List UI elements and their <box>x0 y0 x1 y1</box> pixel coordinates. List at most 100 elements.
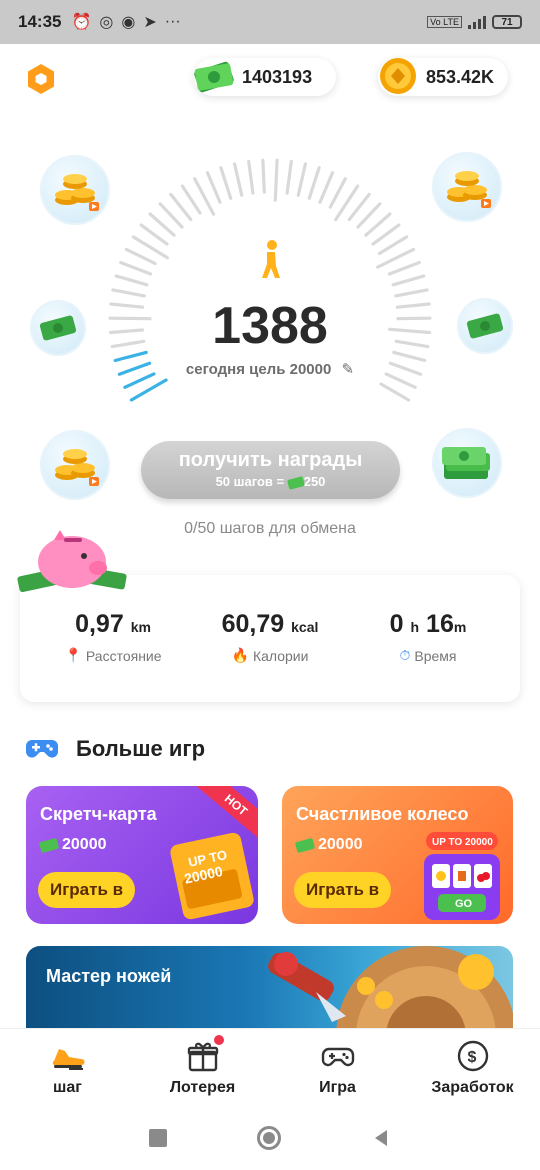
gauge-tick <box>364 212 392 237</box>
gauge-tick <box>296 162 307 197</box>
cash-icon <box>194 61 234 93</box>
cash-bonus-bubble-bottom-right[interactable] <box>432 428 502 498</box>
gauge-tick <box>219 166 233 200</box>
gauge-tick <box>318 171 335 204</box>
gauge-tick <box>261 158 266 194</box>
coin-balance[interactable]: 853.42K <box>378 58 508 96</box>
status-time: 14:35 <box>18 12 62 31</box>
sneaker-icon <box>52 1049 85 1070</box>
coin-value: 853.42K <box>426 66 495 87</box>
more-games-title: Больше игр <box>76 736 206 761</box>
gauge-tick <box>247 159 255 195</box>
dollar-circle-icon: $ <box>457 1040 488 1072</box>
more-icon: ··· <box>164 13 181 30</box>
cash-mini-icon <box>286 475 305 490</box>
gauge-tick <box>119 260 153 276</box>
gauge-tick <box>169 192 193 222</box>
walking-person-icon <box>262 240 280 278</box>
system-navigation-bar <box>0 1106 540 1170</box>
gauge-tick <box>148 212 176 237</box>
cash-value: 1403193 <box>242 66 313 87</box>
coin-stack-icon <box>55 174 99 211</box>
gauge-tick <box>273 158 279 202</box>
gift-icon <box>187 1042 218 1072</box>
battery-icon: 71 <box>492 15 522 29</box>
knife-master-title: Мастер ножей <box>46 966 172 986</box>
alarm-icon: ⏰ <box>71 14 92 31</box>
coin-bonus-bubble-top-right[interactable] <box>432 152 502 222</box>
time-stat: 0 h 16m ⏱ Время <box>389 610 467 664</box>
bottom-navigation: шаг Лотерея Игра $ Заработок <box>0 1028 540 1106</box>
gauge-tick <box>114 274 149 287</box>
piggy-bank-icon[interactable] <box>14 528 130 600</box>
gauge-tick <box>387 260 421 276</box>
gauge-tick <box>328 177 347 209</box>
gauge-tick <box>307 166 321 200</box>
cash-mini-icon <box>38 837 60 853</box>
gamepad-outline-icon <box>321 1047 354 1067</box>
reward-rate: 50 шагов = 250 <box>215 474 326 490</box>
daily-goal-text: сегодня цель 20000 <box>185 361 332 378</box>
knife-game-art <box>268 946 513 1036</box>
lucky-wheel-game[interactable]: Счастливое колесо 20000 Играть в UP TO 2… <box>282 786 513 924</box>
gauge-tick <box>347 192 371 222</box>
tab-steps[interactable]: шаг <box>0 1029 135 1106</box>
signal-icon <box>468 15 486 29</box>
get-rewards-button[interactable]: получить награды 50 шагов = 250 <box>141 441 400 499</box>
location-pin-icon: 📍 <box>64 647 82 663</box>
gauge-tick <box>379 382 411 402</box>
status-bar: 14:35 ⏰ ◎ ◉ ➤ ··· Vo LTE 71 <box>0 0 540 44</box>
edit-pencil-icon[interactable]: ✎ <box>342 360 355 378</box>
knife-master-game[interactable]: Мастер ножей <box>26 946 513 1036</box>
back-button[interactable] <box>371 1128 391 1148</box>
gauge-tick <box>377 235 409 256</box>
slot-go-text: GO <box>455 898 473 910</box>
recent-apps-button[interactable] <box>149 1129 167 1147</box>
svg-text:$: $ <box>467 1049 476 1066</box>
coin-stack-icon <box>447 171 491 208</box>
daily-goal[interactable]: сегодня цель 20000 ✎ <box>0 360 540 378</box>
lucky-wheel-play-button[interactable]: Играть в <box>294 872 392 908</box>
gauge-tick <box>371 223 401 246</box>
gauge-tick <box>139 223 169 246</box>
tab-games[interactable]: Игра <box>270 1029 405 1106</box>
scratch-card-play-button[interactable]: Играть в <box>38 872 136 908</box>
flame-icon: 🔥 <box>231 647 249 663</box>
volte-icon: Vo LTE <box>427 16 462 28</box>
gauge-tick <box>285 159 293 195</box>
slot-machine-art: UP TO 20000 GO <box>424 832 500 920</box>
notification-icons: ⏰ ◎ ◉ ➤ ··· <box>71 12 180 32</box>
slot-banner-text: UP TO 20000 <box>432 837 493 848</box>
lucky-wheel-title: Счастливое колесо <box>296 804 469 824</box>
distance-stat: 0,97 km 📍 Расстояние <box>64 610 162 664</box>
tab-earnings[interactable]: $ Заработок <box>405 1029 540 1106</box>
scratch-card-game[interactable]: HOT Скретч-карта 20000 Играть в UP TO 20… <box>26 786 258 924</box>
lucky-wheel-amount: 20000 <box>294 836 363 854</box>
scratch-card-title: Скретч-карта <box>40 804 157 824</box>
hexagon-menu-icon[interactable] <box>24 62 58 96</box>
coin-bonus-bubble-bottom-left[interactable] <box>40 430 110 500</box>
gamepad-icon <box>26 740 58 758</box>
telegram-icon: ➤ <box>143 14 157 31</box>
cash-balance[interactable]: 1403193 <box>194 58 336 96</box>
whatsapp-icon: ◎ <box>99 14 114 31</box>
tab-steps-label: шаг <box>53 1079 82 1096</box>
gauge-tick <box>111 288 146 298</box>
cash-mini-icon <box>294 837 316 853</box>
calories-stat: 60,79 kcal 🔥 Калории <box>221 610 319 664</box>
gauge-tick <box>180 184 202 215</box>
step-progress-gauge <box>108 158 432 402</box>
gauge-tick <box>356 202 382 229</box>
tab-games-label: Игра <box>319 1079 356 1096</box>
home-button[interactable] <box>257 1126 281 1150</box>
tab-lottery-label: Лотерея <box>169 1079 236 1096</box>
gauge-tick <box>394 288 429 298</box>
gauge-tick <box>124 247 157 266</box>
gauge-tick <box>158 202 184 229</box>
tab-lottery[interactable]: Лотерея <box>135 1029 270 1106</box>
gauge-tick <box>233 162 244 197</box>
message-icon: ◉ <box>121 14 136 31</box>
scratch-card-amount: 20000 <box>38 836 107 854</box>
get-rewards-label: получить награды <box>178 449 363 471</box>
cash-stack-icon <box>442 447 490 479</box>
